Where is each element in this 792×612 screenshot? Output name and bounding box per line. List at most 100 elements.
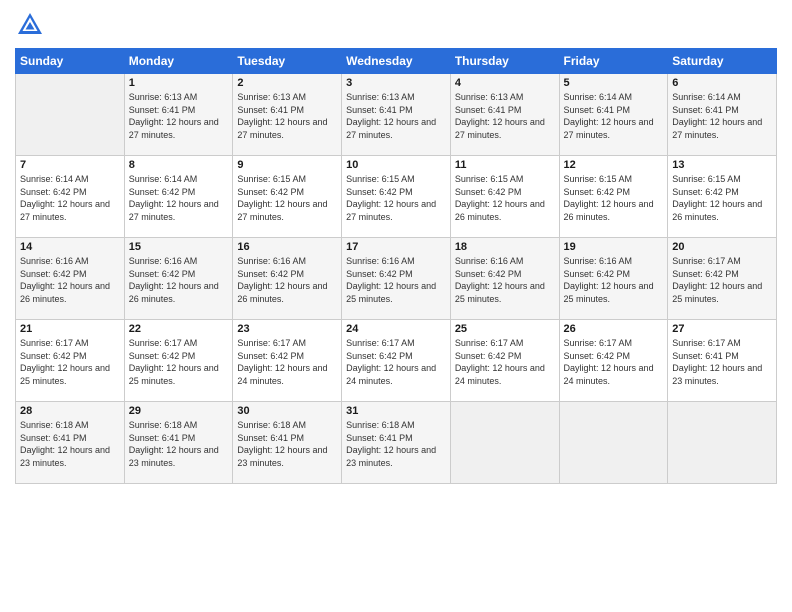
day-number: 11 — [455, 159, 555, 171]
calendar-cell: 8Sunrise: 6:14 AMSunset: 6:42 PMDaylight… — [124, 156, 233, 238]
day-info: Sunrise: 6:17 AMSunset: 6:42 PMDaylight:… — [346, 337, 446, 387]
day-number: 15 — [129, 241, 229, 253]
calendar-cell: 9Sunrise: 6:15 AMSunset: 6:42 PMDaylight… — [233, 156, 342, 238]
day-info: Sunrise: 6:17 AMSunset: 6:42 PMDaylight:… — [20, 337, 120, 387]
day-info: Sunrise: 6:18 AMSunset: 6:41 PMDaylight:… — [237, 419, 337, 469]
day-number: 29 — [129, 405, 229, 417]
calendar-day-header: Sunday — [16, 49, 125, 74]
calendar-week-row: 1 Sunrise: 6:13 AMSunset: 6:41 PMDaylight… — [16, 74, 777, 156]
calendar-cell: 27Sunrise: 6:17 AMSunset: 6:41 PMDayligh… — [668, 320, 777, 402]
day-number: 25 — [455, 323, 555, 335]
day-number: 31 — [346, 405, 446, 417]
calendar-week-row: 28 Sunrise: 6:18 AMSunset: 6:41 PMDayligh… — [16, 402, 777, 484]
day-info: Sunrise: 6:18 AMSunset: 6:41 PMDaylight:… — [20, 419, 120, 469]
day-info: Sunrise: 6:13 AMSunset: 6:41 PMDaylight:… — [455, 91, 555, 141]
day-number: 5 — [564, 77, 664, 89]
calendar-cell: 24 Sunrise: 6:17 AMSunset: 6:42 PMDayligh… — [342, 320, 451, 402]
day-info: Sunrise: 6:18 AMSunset: 6:41 PMDaylight:… — [129, 419, 229, 469]
calendar-cell: 21 Sunrise: 6:17 AMSunset: 6:42 PMDayligh… — [16, 320, 125, 402]
day-info: Sunrise: 6:17 AMSunset: 6:42 PMDaylight:… — [129, 337, 229, 387]
calendar-cell — [450, 402, 559, 484]
calendar-cell: 1Sunrise: 6:13 AMSunset: 6:41 PMDaylight… — [124, 74, 233, 156]
day-info: Sunrise: 6:14 AMSunset: 6:41 PMDaylight:… — [672, 91, 772, 141]
calendar-header-row: SundayMondayTuesdayWednesdayThursdayFrid… — [16, 49, 777, 74]
calendar-cell: 15 Sunrise: 6:16 AMSunset: 6:42 PMDayligh… — [124, 238, 233, 320]
calendar-cell — [559, 402, 668, 484]
calendar-cell: 7 Sunrise: 6:14 AMSunset: 6:42 PMDaylight… — [16, 156, 125, 238]
day-number: 27 — [672, 323, 772, 335]
day-info: Sunrise: 6:18 AMSunset: 6:41 PMDaylight:… — [346, 419, 446, 469]
day-info: Sunrise: 6:16 AMSunset: 6:42 PMDaylight:… — [346, 255, 446, 305]
calendar-cell: 14 Sunrise: 6:16 AMSunset: 6:42 PMDayligh… — [16, 238, 125, 320]
calendar-cell: 6Sunrise: 6:14 AMSunset: 6:41 PMDaylight… — [668, 74, 777, 156]
calendar-cell — [668, 402, 777, 484]
day-info: Sunrise: 6:17 AMSunset: 6:42 PMDaylight:… — [455, 337, 555, 387]
calendar-day-header: Friday — [559, 49, 668, 74]
day-number: 24 — [346, 323, 446, 335]
day-number: 10 — [346, 159, 446, 171]
calendar-cell: 13Sunrise: 6:15 AMSunset: 6:42 PMDayligh… — [668, 156, 777, 238]
day-info: Sunrise: 6:14 AMSunset: 6:42 PMDaylight:… — [20, 173, 120, 223]
day-info: Sunrise: 6:14 AMSunset: 6:41 PMDaylight:… — [564, 91, 664, 141]
calendar-cell: 2Sunrise: 6:13 AMSunset: 6:41 PMDaylight… — [233, 74, 342, 156]
day-info: Sunrise: 6:16 AMSunset: 6:42 PMDaylight:… — [20, 255, 120, 305]
calendar-cell: 30 Sunrise: 6:18 AMSunset: 6:41 PMDayligh… — [233, 402, 342, 484]
day-info: Sunrise: 6:16 AMSunset: 6:42 PMDaylight:… — [455, 255, 555, 305]
day-info: Sunrise: 6:13 AMSunset: 6:41 PMDaylight:… — [346, 91, 446, 141]
day-info: Sunrise: 6:15 AMSunset: 6:42 PMDaylight:… — [564, 173, 664, 223]
calendar-cell: 16Sunrise: 6:16 AMSunset: 6:42 PMDayligh… — [233, 238, 342, 320]
calendar-day-header: Wednesday — [342, 49, 451, 74]
calendar-cell: 5 Sunrise: 6:14 AMSunset: 6:41 PMDaylight… — [559, 74, 668, 156]
day-info: Sunrise: 6:16 AMSunset: 6:42 PMDaylight:… — [237, 255, 337, 305]
day-info: Sunrise: 6:16 AMSunset: 6:42 PMDaylight:… — [129, 255, 229, 305]
calendar-cell: 4 Sunrise: 6:13 AMSunset: 6:41 PMDaylight… — [450, 74, 559, 156]
calendar-week-row: 14 Sunrise: 6:16 AMSunset: 6:42 PMDayligh… — [16, 238, 777, 320]
calendar-week-row: 21 Sunrise: 6:17 AMSunset: 6:42 PMDayligh… — [16, 320, 777, 402]
calendar-cell: 28 Sunrise: 6:18 AMSunset: 6:41 PMDayligh… — [16, 402, 125, 484]
calendar-week-row: 7 Sunrise: 6:14 AMSunset: 6:42 PMDaylight… — [16, 156, 777, 238]
day-number: 17 — [346, 241, 446, 253]
day-number: 13 — [672, 159, 772, 171]
calendar-cell: 19 Sunrise: 6:16 AMSunset: 6:42 PMDayligh… — [559, 238, 668, 320]
day-info: Sunrise: 6:15 AMSunset: 6:42 PMDaylight:… — [346, 173, 446, 223]
day-info: Sunrise: 6:16 AMSunset: 6:42 PMDaylight:… — [564, 255, 664, 305]
calendar-cell: 20 Sunrise: 6:17 AMSunset: 6:42 PMDayligh… — [668, 238, 777, 320]
calendar-cell: 23 Sunrise: 6:17 AMSunset: 6:42 PMDayligh… — [233, 320, 342, 402]
calendar-cell: 31 Sunrise: 6:18 AMSunset: 6:41 PMDayligh… — [342, 402, 451, 484]
day-number: 19 — [564, 241, 664, 253]
day-number: 14 — [20, 241, 120, 253]
calendar-cell: 11Sunrise: 6:15 AMSunset: 6:42 PMDayligh… — [450, 156, 559, 238]
day-info: Sunrise: 6:17 AMSunset: 6:42 PMDaylight:… — [672, 255, 772, 305]
day-number: 30 — [237, 405, 337, 417]
calendar-cell: 18 Sunrise: 6:16 AMSunset: 6:42 PMDayligh… — [450, 238, 559, 320]
calendar-cell: 17 Sunrise: 6:16 AMSunset: 6:42 PMDayligh… — [342, 238, 451, 320]
day-number: 28 — [20, 405, 120, 417]
header — [15, 10, 777, 40]
calendar-cell: 25 Sunrise: 6:17 AMSunset: 6:42 PMDayligh… — [450, 320, 559, 402]
calendar-cell: 22 Sunrise: 6:17 AMSunset: 6:42 PMDayligh… — [124, 320, 233, 402]
day-info: Sunrise: 6:14 AMSunset: 6:42 PMDaylight:… — [129, 173, 229, 223]
day-number: 7 — [20, 159, 120, 171]
calendar-day-header: Monday — [124, 49, 233, 74]
calendar-cell: 26Sunrise: 6:17 AMSunset: 6:42 PMDayligh… — [559, 320, 668, 402]
page: SundayMondayTuesdayWednesdayThursdayFrid… — [0, 0, 792, 612]
logo-icon — [15, 10, 45, 40]
day-number: 26 — [564, 323, 664, 335]
day-number: 20 — [672, 241, 772, 253]
calendar-day-header: Tuesday — [233, 49, 342, 74]
day-number: 9 — [237, 159, 337, 171]
calendar-day-header: Thursday — [450, 49, 559, 74]
calendar-cell: 12 Sunrise: 6:15 AMSunset: 6:42 PMDayligh… — [559, 156, 668, 238]
calendar-cell: 10 Sunrise: 6:15 AMSunset: 6:42 PMDayligh… — [342, 156, 451, 238]
day-number: 1 — [129, 77, 229, 89]
day-number: 23 — [237, 323, 337, 335]
day-number: 2 — [237, 77, 337, 89]
day-number: 18 — [455, 241, 555, 253]
calendar-cell: 29 Sunrise: 6:18 AMSunset: 6:41 PMDayligh… — [124, 402, 233, 484]
calendar-day-header: Saturday — [668, 49, 777, 74]
day-number: 4 — [455, 77, 555, 89]
day-number: 21 — [20, 323, 120, 335]
day-number: 22 — [129, 323, 229, 335]
day-number: 12 — [564, 159, 664, 171]
day-info: Sunrise: 6:17 AMSunset: 6:42 PMDaylight:… — [237, 337, 337, 387]
